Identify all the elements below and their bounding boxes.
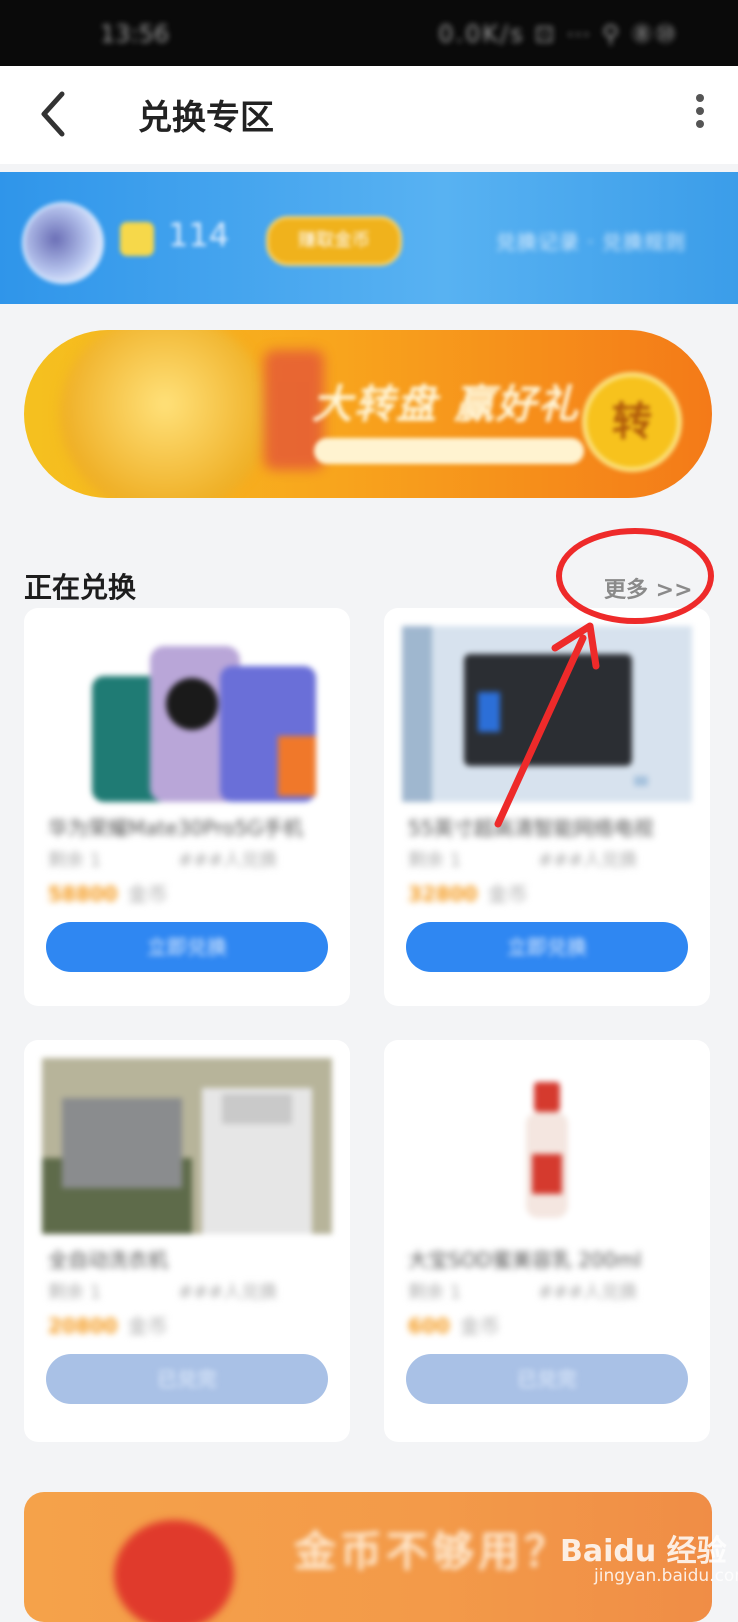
product-image [42, 626, 332, 802]
product-image [402, 1058, 692, 1234]
product-stock: 剩余 1 [48, 850, 102, 871]
banner-badge-text: 转 [612, 399, 652, 445]
more-vertical-icon[interactable] [690, 94, 710, 134]
product-stock: 剩余 1 [408, 1282, 462, 1303]
product-card[interactable]: 大宝SOD蜜美容乳 200ml 剩余 1 ###人兑换 600 金币 已兑完 [384, 1040, 710, 1442]
top-bar: 兑换专区 [0, 66, 738, 164]
price-value: 32800 [408, 882, 478, 906]
back-button[interactable] [34, 86, 74, 142]
product-meta: 剩余 1 ###人兑换 [48, 1278, 334, 1304]
redeem-button-label: 立即兑换 [147, 935, 227, 959]
price-value: 600 [408, 1314, 450, 1338]
price-value: 58800 [48, 882, 118, 906]
product-exchanged: ###人兑换 [178, 1282, 278, 1303]
watermark-url: jingyan.baidu.com [594, 1566, 738, 1586]
product-exchanged: ###人兑换 [538, 850, 638, 871]
product-price: 600 金币 [408, 1310, 500, 1339]
coin-count: 114 [168, 216, 230, 254]
price-value: 20800 [48, 1314, 118, 1338]
section-title: 正在兑换 [24, 571, 137, 604]
baidu-watermark: Baidu 经验 [560, 1534, 727, 1569]
product-stock: 剩余 1 [48, 1282, 102, 1303]
redeem-button-label: 立即兑换 [507, 935, 587, 959]
product-exchanged: ###人兑换 [178, 850, 278, 871]
product-meta: 剩余 1 ###人兑换 [48, 846, 334, 872]
earn-coins-button[interactable]: 赚取金币 [266, 216, 402, 266]
record-rules-links[interactable]: 兑换记录 · 兑换规则 [496, 226, 686, 255]
banner-badge: 转 [582, 372, 682, 472]
product-meta: 剩余 1 ###人兑换 [408, 1278, 694, 1304]
product-name: 大宝SOD蜜美容乳 200ml [408, 1248, 642, 1272]
bottom-banner-text: 金币不够用？ [294, 1527, 571, 1576]
sold-out-button-label: 已兑完 [157, 1367, 217, 1391]
page-title: 兑换专区 [138, 98, 274, 138]
avatar[interactable] [22, 202, 104, 284]
product-name: 华为荣耀Mate30Pro5G手机 [48, 816, 304, 840]
product-exchanged: ###人兑换 [538, 1282, 638, 1303]
chevron-left-icon [41, 91, 65, 137]
product-image [42, 1058, 332, 1234]
product-meta: 剩余 1 ###人兑换 [408, 846, 694, 872]
product-stock: 剩余 1 [408, 850, 462, 871]
product-price: 32800 金币 [408, 878, 528, 907]
product-card[interactable]: 55英寸超高清智能网络电视 剩余 1 ###人兑换 32800 金币 立即兑换 [384, 608, 710, 1006]
lucky-wheel-banner[interactable]: 大转盘 赢好礼 转 [24, 330, 712, 498]
money-bag-icon [114, 1520, 234, 1622]
price-unit: 金币 [459, 1314, 500, 1338]
earn-coins-label: 赚取金币 [298, 230, 370, 251]
coin-icon [120, 222, 154, 256]
product-card[interactable]: 华为荣耀Mate30Pro5G手机 剩余 1 ###人兑换 58800 金币 立即兑… [24, 608, 350, 1006]
product-name: 55英寸超高清智能网络电视 [408, 816, 654, 840]
product-name: 全自动洗衣机 [48, 1248, 168, 1272]
sold-out-button[interactable]: 已兑完 [46, 1354, 328, 1404]
status-time: 13:56 [100, 20, 170, 48]
status-indicators: 0.0K/s ⊡ ⋯ ⚲ ⑧⑩ [438, 20, 678, 48]
sold-out-button-label: 已兑完 [517, 1367, 577, 1391]
user-coin-bar: 114 赚取金币 兑换记录 · 兑换规则 [0, 172, 738, 304]
product-price: 58800 金币 [48, 878, 168, 907]
banner-subtitle-bar [314, 438, 584, 464]
annotation-circle [556, 528, 714, 624]
status-bar: 13:56 0.0K/s ⊡ ⋯ ⚲ ⑧⑩ [0, 0, 738, 66]
product-card[interactable]: 全自动洗衣机 剩余 1 ###人兑换 20800 金币 已兑完 [24, 1040, 350, 1442]
product-image [402, 626, 692, 802]
wheel-illustration [60, 330, 270, 498]
redeem-button[interactable]: 立即兑换 [406, 922, 688, 972]
price-unit: 金币 [127, 882, 168, 906]
price-unit: 金币 [127, 1314, 168, 1338]
banner-headline: 大转盘 赢好礼 [312, 382, 580, 428]
product-price: 20800 金币 [48, 1310, 168, 1339]
sold-out-button[interactable]: 已兑完 [406, 1354, 688, 1404]
price-unit: 金币 [487, 882, 528, 906]
redeem-button[interactable]: 立即兑换 [46, 922, 328, 972]
